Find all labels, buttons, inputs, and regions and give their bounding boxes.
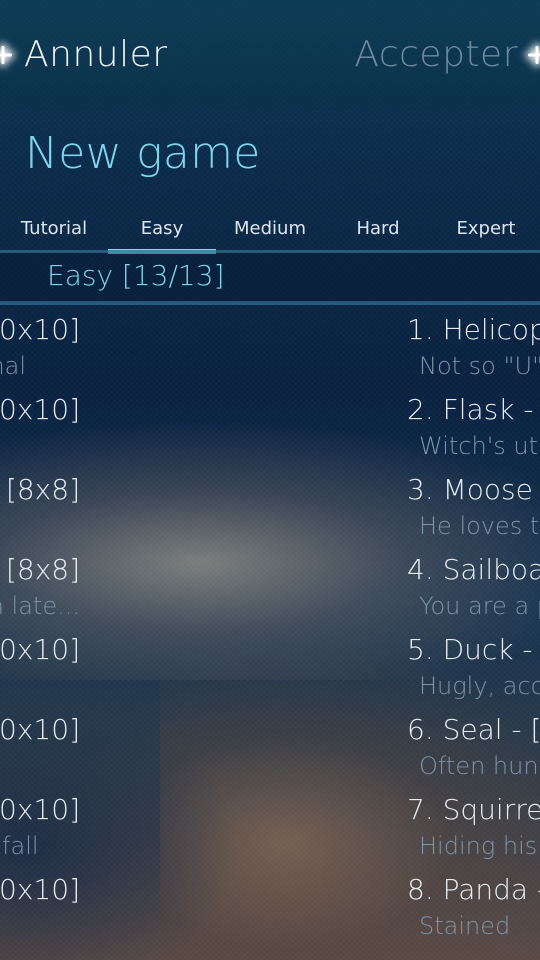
puzzle-name: 1. Helicopt	[407, 313, 540, 346]
puzzle-name: oat - [10x10]	[0, 713, 80, 746]
list-item[interactable]: - [8x8]	[0, 473, 80, 512]
puzzle-description: Not so "U"	[419, 352, 540, 380]
list-item[interactable]: 0x10]	[0, 633, 80, 672]
puzzle-description: Stained	[419, 912, 511, 940]
puzzle-description: You are a p	[419, 592, 540, 620]
puzzle-description: Often hunt	[419, 752, 540, 780]
list-item[interactable]: 8. Panda - Stained	[407, 873, 540, 940]
list-item[interactable]: 10x10]	[0, 393, 80, 432]
dialog-header: Annuler Accepter	[0, 0, 540, 110]
list-item[interactable]: 6. Seal - [1 Often hunt	[407, 713, 540, 780]
difficulty-tabs: Tutorial Easy Medium Hard Expert	[0, 210, 540, 254]
tab-label: Easy	[140, 218, 184, 239]
tab-easy[interactable]: Easy	[108, 210, 216, 254]
puzzle-name: [10x10]	[0, 793, 80, 826]
list-item[interactable]: 5. Duck - [1 Hugly, acco	[407, 633, 540, 700]
puzzle-description: mal	[0, 352, 26, 380]
puzzle-description: Hugly, acco	[419, 672, 540, 700]
list-item[interactable]: 7. Squirrel Hiding his r	[407, 793, 540, 860]
section-header: Easy [13/13]	[0, 253, 540, 303]
section-label: Easy [13/13]	[47, 259, 225, 292]
glint-icon	[0, 46, 12, 64]
puzzle-description: Hiding his r	[419, 832, 540, 860]
list-item[interactable]: 3. Moose - He loves th	[407, 473, 540, 540]
tab-hard[interactable]: Hard	[324, 210, 432, 254]
puzzle-name: 3. Moose -	[407, 473, 540, 506]
cancel-button[interactable]: Annuler	[24, 34, 168, 75]
tab-medium[interactable]: Medium	[216, 210, 324, 254]
puzzle-description: to fall	[0, 832, 39, 860]
accept-button[interactable]: Accepter	[354, 34, 518, 75]
puzzle-name: [8x8]	[5, 553, 80, 586]
tab-label: Hard	[356, 218, 400, 239]
list-item[interactable]: 2. Flask - [8 Witch's util	[407, 393, 540, 460]
puzzle-name: 10x10]	[0, 393, 80, 426]
tab-expert[interactable]: Expert	[432, 210, 540, 254]
tab-label: Tutorial	[20, 218, 88, 239]
puzzle-list-left: 10x10] mal 10x10] - [8x8] [8x8] n late... 0x10…	[0, 305, 200, 960]
puzzle-name: 10x10]	[0, 313, 80, 346]
puzzle-name: 7. Squirrel	[407, 793, 540, 826]
tab-label: Medium	[234, 218, 306, 239]
puzzle-name: - [8x8]	[0, 473, 80, 506]
puzzle-name: 5. Duck - [1	[407, 633, 540, 666]
puzzle-name: 2. Flask - [8	[407, 393, 540, 426]
list-item[interactable]: [10x10]	[0, 873, 80, 912]
list-item[interactable]: 10x10] mal	[0, 313, 80, 380]
list-item[interactable]: [10x10] to fall	[0, 793, 80, 860]
list-item[interactable]: 1. Helicopt Not so "U"	[407, 313, 540, 380]
page-title: New game	[25, 128, 261, 179]
puzzle-description: n late...	[0, 592, 80, 620]
puzzle-list-right: 1. Helicopt Not so "U" 2. Flask - [8 Witch'…	[407, 305, 540, 960]
puzzle-name: [10x10]	[0, 873, 80, 906]
puzzle-name: 6. Seal - [1	[407, 713, 540, 746]
list-item[interactable]: 4. Sailboat You are a p	[407, 553, 540, 620]
puzzle-description: He loves th	[419, 512, 540, 540]
tab-label: Expert	[456, 218, 516, 239]
puzzle-name: 4. Sailboat	[407, 553, 540, 586]
glint-icon	[528, 46, 540, 64]
list-item[interactable]: oat - [10x10]	[0, 713, 80, 752]
list-item[interactable]: [8x8] n late...	[0, 553, 80, 620]
puzzle-name: 8. Panda -	[407, 873, 540, 906]
puzzle-description: Witch's util	[419, 432, 540, 460]
puzzle-name: 0x10]	[0, 633, 80, 666]
tab-tutorial[interactable]: Tutorial	[0, 210, 108, 254]
